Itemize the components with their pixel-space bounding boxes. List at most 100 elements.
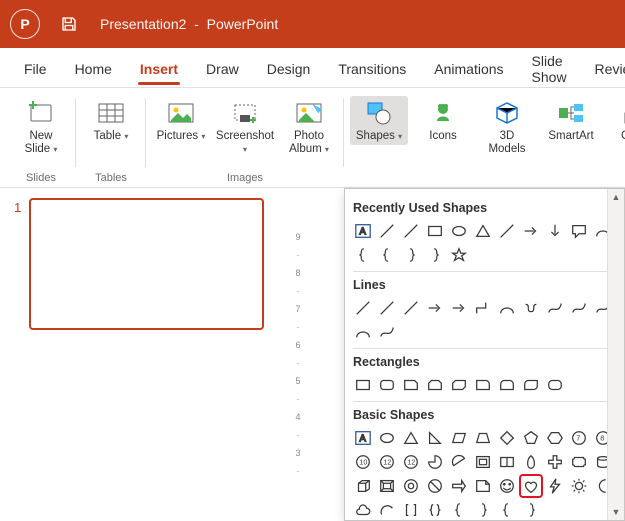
shape-pie[interactable] [425,452,445,472]
shape-block[interactable] [449,476,469,496]
shape-line[interactable] [353,298,373,318]
ribbon-screenshot[interactable]: Screenshot ▾ [216,96,274,158]
shape-roundsame[interactable] [545,375,565,395]
ribbon-pictures[interactable]: Pictures ▾ [152,96,210,145]
shape-curve[interactable] [353,322,373,342]
shape-brace-r[interactable] [401,245,421,265]
shape-dodec[interactable]: 12 [401,452,421,472]
shape-oval[interactable] [449,221,469,241]
tab-transitions[interactable]: Transitions [324,51,420,85]
shape-dbracket[interactable] [401,500,421,520]
shape-dec[interactable]: 10 [353,452,373,472]
shape-sun[interactable] [569,476,589,496]
shape-rounddiag[interactable] [521,375,541,395]
scroll-up-icon[interactable]: ▲ [608,189,624,205]
tab-file[interactable]: File [10,51,61,85]
tab-home[interactable]: Home [61,51,126,85]
shape-half[interactable] [497,452,517,472]
shape-pent[interactable] [521,428,541,448]
shape-triangle[interactable] [473,221,493,241]
shape-cross[interactable] [545,452,565,472]
shape-snipdiag[interactable] [449,375,469,395]
ribbon-table[interactable]: Table ▾ [82,96,140,145]
shape-diamond[interactable] [497,428,517,448]
shape-line[interactable] [401,221,421,241]
save-icon[interactable] [60,15,78,33]
shape-bolt[interactable] [545,476,565,496]
ribbon-chart[interactable]: Chart [606,96,625,145]
shape-arrow-r[interactable] [425,298,445,318]
shape-arrow-r[interactable] [521,221,541,241]
tab-insert[interactable]: Insert [126,51,192,85]
shape-brace-l[interactable] [449,500,469,520]
shape-brace-r[interactable] [473,500,493,520]
svg-text:7: 7 [576,434,580,443]
shape-callout[interactable] [569,221,589,241]
scroll-down-icon[interactable]: ▼ [608,504,624,520]
shape-arrow-d[interactable] [545,221,565,241]
tab-revie[interactable]: Revie [581,51,625,85]
shape-smiley[interactable] [497,476,517,496]
shape-line[interactable] [377,298,397,318]
shape-brace-l[interactable] [497,500,517,520]
ribbon-new-slide[interactable]: NewSlide ▾ [12,96,70,158]
ribbon-3d-models[interactable]: 3DModels [478,96,536,158]
shape-textbox[interactable]: A [353,221,373,241]
tab-animations[interactable]: Animations [420,51,517,85]
shape-chord[interactable] [449,452,469,472]
shape-arc[interactable] [377,500,397,520]
shape-brace-r[interactable] [425,245,445,265]
shape-s[interactable] [521,298,541,318]
shape-line[interactable] [401,298,421,318]
ribbon-shapes[interactable]: Shapes ▾ [350,96,408,145]
shape-free[interactable] [569,298,589,318]
shape-snip1[interactable] [401,375,421,395]
ribbon-icons[interactable]: Icons [414,96,472,145]
shape-round2[interactable] [497,375,517,395]
scrollbar[interactable]: ▲ ▼ [607,189,624,520]
shape-brace-l[interactable] [353,245,373,265]
shape-triangle[interactable] [401,428,421,448]
slide-preview[interactable] [29,198,264,330]
shape-arrow-r[interactable] [449,298,469,318]
shape-roundrect[interactable] [377,375,397,395]
shape-snip2[interactable] [425,375,445,395]
shape-frame[interactable] [473,452,493,472]
shape-line[interactable] [497,221,517,241]
tab-slide-show[interactable]: Slide Show [518,43,581,93]
shape-oval[interactable] [377,428,397,448]
shape-line[interactable] [377,221,397,241]
shape-dbrace[interactable] [425,500,445,520]
shape-brace-r[interactable] [521,500,541,520]
shape-brace-l[interactable] [377,245,397,265]
shape-noentry[interactable] [425,476,445,496]
shape-donut[interactable] [401,476,421,496]
shape-free[interactable] [377,322,397,342]
shape-hept[interactable]: 7 [569,428,589,448]
shape-hex[interactable] [545,428,565,448]
shape-cube[interactable] [353,476,373,496]
ribbon-smartart[interactable]: SmartArt [542,96,600,145]
shape-dodec[interactable]: 12 [377,452,397,472]
shape-free[interactable] [545,298,565,318]
thumbnail-1[interactable]: 1 [14,198,274,330]
shape-trap[interactable] [473,428,493,448]
shape-para[interactable] [449,428,469,448]
shape-cloud[interactable] [353,500,373,520]
shape-curve[interactable] [497,298,517,318]
shape-bevel[interactable] [377,476,397,496]
shape-rect[interactable] [353,375,373,395]
shape-rtri[interactable] [425,428,445,448]
shape-star[interactable] [449,245,469,265]
ribbon-photo-album[interactable]: PhotoAlbum ▾ [280,96,338,158]
shape-rect[interactable] [425,221,445,241]
shape-tear[interactable] [521,452,541,472]
tab-design[interactable]: Design [253,51,325,85]
shape-plaque[interactable] [569,452,589,472]
tab-draw[interactable]: Draw [192,51,253,85]
shape-textbox[interactable]: A [353,428,373,448]
shape-heart[interactable] [521,476,541,496]
shape-fold[interactable] [473,476,493,496]
shape-round1[interactable] [473,375,493,395]
shape-elbow[interactable] [473,298,493,318]
